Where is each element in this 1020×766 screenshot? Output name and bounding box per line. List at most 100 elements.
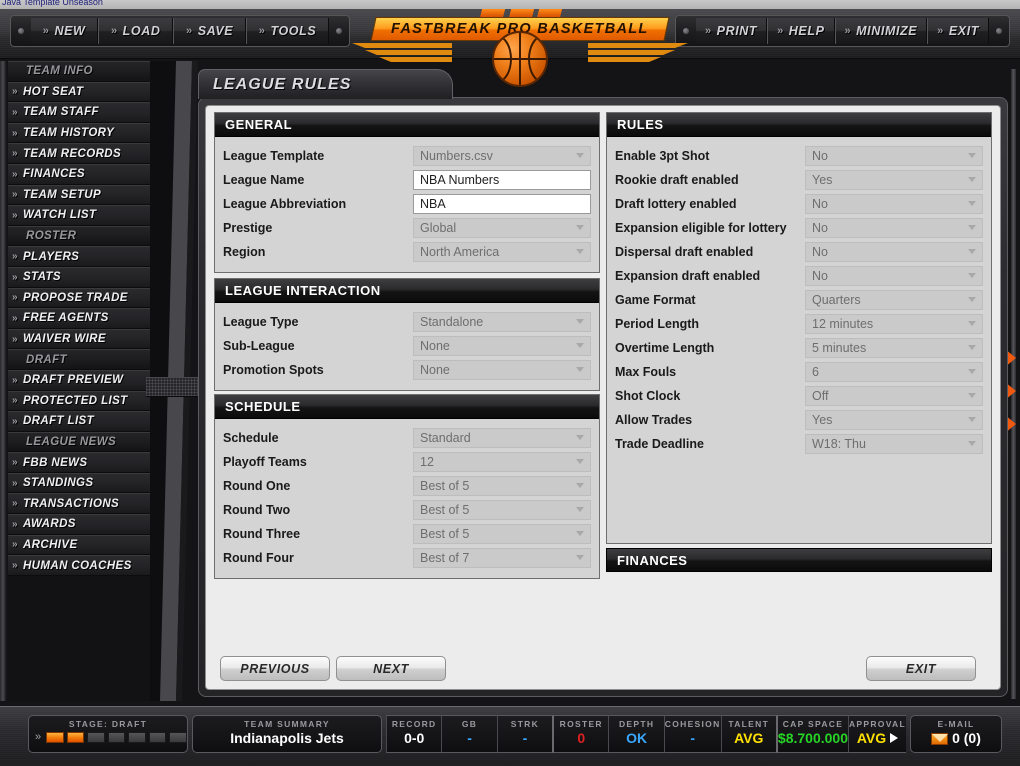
- sidebar-item-draft-list[interactable]: » DRAFT LIST: [8, 411, 158, 432]
- sidebar-item-team-history[interactable]: » TEAM HISTORY: [8, 122, 158, 144]
- dropdown-shot-clock[interactable]: Off: [805, 386, 983, 406]
- sidebar-item-free-agents[interactable]: » FREE AGENTS: [8, 308, 158, 329]
- dropdown-enable-3pt-shot[interactable]: No: [805, 146, 983, 166]
- sidebar-item-players[interactable]: » PLAYERS: [8, 246, 158, 267]
- dropdown-region[interactable]: North America: [413, 242, 591, 262]
- dropdown-period-length[interactable]: 12 minutes: [805, 314, 983, 334]
- stat-cell-roster: ROSTER 0: [552, 715, 609, 753]
- dropdown-round-one[interactable]: Best of 5: [413, 476, 591, 496]
- dropdown-allow-trades[interactable]: Yes: [805, 410, 983, 430]
- sidebar-item-archive[interactable]: » ARCHIVE: [8, 534, 158, 556]
- sidebar-item-fbb-news[interactable]: » FBB NEWS: [8, 452, 158, 473]
- dropdown-trade-deadline[interactable]: W18: Thu: [805, 434, 983, 454]
- settings-row-label: Expansion eligible for lottery: [615, 221, 787, 235]
- league-interaction-group-body: League Type Standalone Sub-League None Promo…: [215, 303, 599, 390]
- email-caption: E-MAIL: [937, 719, 975, 729]
- sidebar-item-awards[interactable]: » AWARDS: [8, 514, 158, 535]
- settings-row-label: Max Fouls: [615, 365, 677, 379]
- sidebar-item-label: ARCHIVE: [22, 538, 78, 551]
- settings-row: Region North America: [223, 240, 591, 264]
- print-button[interactable]: » PRINT: [696, 18, 768, 44]
- settings-row: Round Three Best of 5: [223, 522, 591, 546]
- chevron-right-icon: »: [258, 25, 266, 37]
- dropdown-dispersal-draft-enabled[interactable]: No: [805, 242, 983, 262]
- dropdown-rookie-draft-enabled[interactable]: Yes: [805, 170, 983, 190]
- sidebar-item-watch-list[interactable]: » WATCH LIST: [8, 205, 158, 226]
- exit-button[interactable]: » EXIT: [927, 18, 989, 44]
- dropdown-promotion-spots[interactable]: None: [413, 360, 591, 380]
- sidebar-item-propose-trade[interactable]: » PROPOSE TRADE: [8, 287, 158, 309]
- dropdown-prestige[interactable]: Global: [413, 218, 591, 238]
- rivet-icon: [336, 28, 343, 34]
- dropdown-max-fouls[interactable]: 6: [805, 362, 983, 382]
- chevron-down-icon: [576, 459, 585, 465]
- save-button[interactable]: » SAVE: [173, 18, 246, 44]
- stat-value: $8.700.000: [778, 729, 848, 746]
- minimize-button[interactable]: » MINIMIZE: [834, 18, 928, 44]
- sidebar-item-standings[interactable]: » STANDINGS: [8, 472, 158, 494]
- sidebar-item-team-setup[interactable]: » TEAM SETUP: [8, 184, 158, 206]
- load-button[interactable]: » LOAD: [98, 18, 174, 44]
- next-button[interactable]: NEXT: [336, 656, 446, 681]
- application-window: » NEW » LOAD » SAVE » TOOLS » PRINT » HE…: [0, 9, 1020, 766]
- dropdown-league-type[interactable]: Standalone: [413, 312, 591, 332]
- previous-button[interactable]: PREVIOUS: [220, 656, 330, 681]
- settings-row: Max Fouls 6: [615, 360, 983, 384]
- new-button[interactable]: » NEW: [31, 18, 99, 44]
- os-titlebar: Java Template Unseason: [0, 0, 1020, 9]
- chevron-right-icon: »: [12, 518, 18, 530]
- settings-row-label: Rookie draft enabled: [615, 173, 739, 187]
- sidebar-item-label: TRANSACTIONS: [22, 497, 120, 510]
- help-button[interactable]: » HELP: [767, 18, 835, 44]
- dropdown-round-two[interactable]: Best of 5: [413, 500, 591, 520]
- dropdown-expansion-eligible-for-lottery[interactable]: No: [805, 218, 983, 238]
- stat-cell-gb: GB -: [441, 715, 497, 753]
- dropdown-expansion-draft-enabled[interactable]: No: [805, 266, 983, 286]
- dropdown-overtime-length[interactable]: 5 minutes: [805, 338, 983, 358]
- settings-row-label: Round Four: [223, 551, 294, 565]
- sidebar-item-human-coaches[interactable]: » HUMAN COACHES: [8, 555, 158, 576]
- sidebar-item-transactions[interactable]: » TRANSACTIONS: [8, 493, 158, 515]
- team-summary-panel[interactable]: TEAM SUMMARY Indianapolis Jets: [192, 715, 382, 753]
- chevron-down-icon: [968, 417, 977, 423]
- dropdown-league-template[interactable]: Numbers.csv: [413, 146, 591, 166]
- sidebar-scrollbar-thumb[interactable]: [146, 377, 198, 397]
- chevron-down-icon: [576, 367, 585, 373]
- text-input-league-abbreviation[interactable]: NBA: [413, 194, 591, 214]
- sidebar-item-draft-preview[interactable]: » DRAFT PREVIEW: [8, 369, 158, 391]
- dropdown-sub-league[interactable]: None: [413, 336, 591, 356]
- sidebar-item-stats[interactable]: » STATS: [8, 266, 158, 288]
- exit-page-button[interactable]: EXIT: [866, 656, 976, 681]
- dropdown-playoff-teams[interactable]: 12: [413, 452, 591, 472]
- settings-row: Round Four Best of 7: [223, 546, 591, 570]
- stat-value: -: [665, 729, 721, 746]
- sidebar-item-hot-seat[interactable]: » HOT SEAT: [8, 81, 158, 103]
- settings-row-label: Game Format: [615, 293, 696, 307]
- sidebar-item-team-staff[interactable]: » TEAM STAFF: [8, 102, 158, 123]
- league-interaction-group: LEAGUE INTERACTION League Type Standalone…: [214, 278, 600, 391]
- text-input-league-name[interactable]: NBA Numbers: [413, 170, 591, 190]
- dropdown-game-format[interactable]: Quarters: [805, 290, 983, 310]
- field-value: Best of 5: [420, 503, 470, 517]
- email-panel[interactable]: E-MAIL 0 (0): [910, 715, 1002, 753]
- sidebar-item-protected-list[interactable]: » PROTECTED LIST: [8, 390, 158, 412]
- dropdown-schedule[interactable]: Standard: [413, 428, 591, 448]
- chevron-down-icon: [968, 201, 977, 207]
- envelope-icon: [931, 733, 949, 745]
- sidebar-item-finances[interactable]: » FINANCES: [8, 163, 158, 185]
- tools-button[interactable]: » TOOLS: [245, 18, 330, 44]
- sidebar-item-team-records[interactable]: » TEAM RECORDS: [8, 143, 158, 164]
- field-value: NBA: [420, 197, 446, 211]
- dropdown-round-four[interactable]: Best of 7: [413, 548, 591, 568]
- sidebar-item-label: DRAFT LIST: [22, 415, 95, 428]
- field-value: NBA Numbers: [420, 173, 500, 187]
- settings-row: Round One Best of 5: [223, 474, 591, 498]
- settings-row: Dispersal draft enabled No: [615, 240, 983, 264]
- sidebar-item-waiver-wire[interactable]: » WAIVER WIRE: [8, 328, 158, 350]
- stat-caption: APPROVAL: [848, 719, 906, 729]
- stat-cell-strk: STRK -: [496, 715, 553, 753]
- dropdown-round-three[interactable]: Best of 5: [413, 524, 591, 544]
- dropdown-draft-lottery-enabled[interactable]: No: [805, 194, 983, 214]
- sidebar-item-label: PLAYERS: [22, 250, 80, 263]
- stat-value-text: 0-0: [404, 730, 425, 746]
